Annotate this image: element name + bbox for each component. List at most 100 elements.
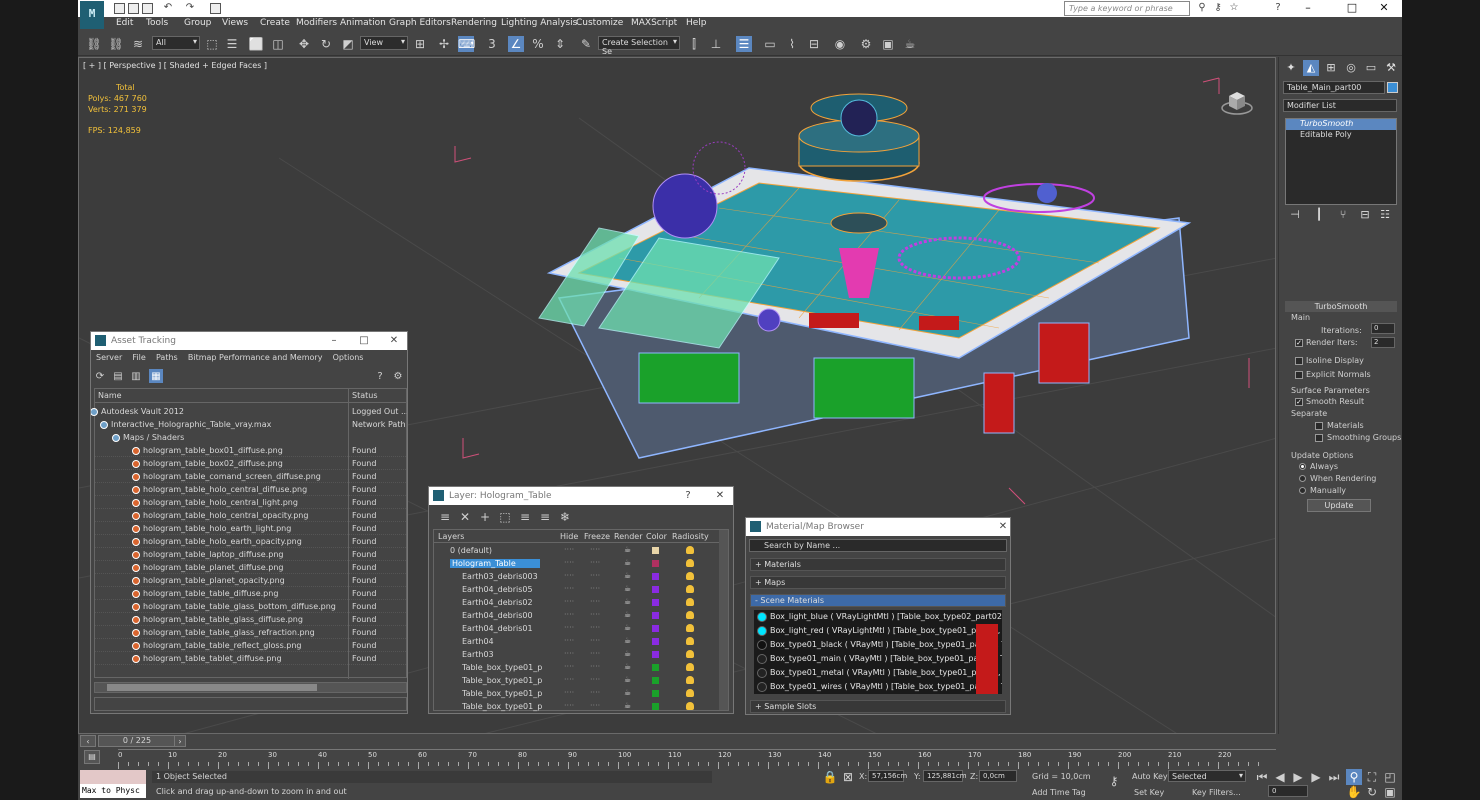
radiosity-icon[interactable] xyxy=(686,585,694,593)
radiosity-icon[interactable] xyxy=(686,702,694,710)
ref-coord-dropdown[interactable]: View xyxy=(360,36,408,50)
hide-toggle[interactable]: ···· xyxy=(564,688,574,697)
update-button[interactable]: Update xyxy=(1307,499,1371,512)
render-toggle-icon[interactable]: ☕ xyxy=(624,701,631,710)
show-end-result-icon[interactable]: ┃ xyxy=(1311,207,1327,223)
project-folder-icon[interactable] xyxy=(210,3,221,14)
layer-row[interactable]: Earth04 ···· ···· ☕ xyxy=(434,635,722,648)
window-crossing-icon[interactable]: ◫ xyxy=(270,36,286,52)
configure-sets-icon[interactable]: ☷ xyxy=(1377,207,1393,223)
object-color-swatch[interactable] xyxy=(1387,82,1398,93)
utilities-tab-icon[interactable]: ⚒ xyxy=(1383,60,1399,76)
asset-row[interactable]: hologram_table_table_diffuse.png Found xyxy=(95,587,406,600)
freeze-toggle[interactable]: ···· xyxy=(590,558,600,567)
settings-icon[interactable]: ⚙ xyxy=(391,369,405,383)
zoom-all-icon[interactable]: ⛶ xyxy=(1364,769,1380,785)
radiosity-icon[interactable] xyxy=(686,624,694,632)
render-toggle-icon[interactable]: ☕ xyxy=(624,610,631,619)
orbit-icon[interactable]: ↻ xyxy=(1364,784,1380,800)
asset-row[interactable]: Autodesk Vault 2012 Logged Out ... xyxy=(91,405,407,418)
radiosity-icon[interactable] xyxy=(686,546,694,554)
menu-options[interactable]: Options xyxy=(333,353,364,362)
layer-row[interactable]: Earth04_debris05 ···· ···· ☕ xyxy=(434,583,722,596)
hide-toggle[interactable]: ···· xyxy=(564,649,574,658)
radiosity-icon[interactable] xyxy=(686,676,694,684)
lock-selection-icon[interactable]: 🔒 xyxy=(822,769,838,785)
stack-item-turbosmooth[interactable]: TurboSmooth xyxy=(1286,119,1396,130)
layer-col-2[interactable]: Freeze xyxy=(584,532,610,541)
minimize-button[interactable]: – xyxy=(327,334,341,348)
asset-row[interactable]: hologram_table_table_glass_refraction.pn… xyxy=(95,626,406,639)
horizontal-scrollbar[interactable] xyxy=(94,682,407,693)
freeze-toggle[interactable]: ···· xyxy=(590,688,600,697)
scale-icon[interactable]: ◩ xyxy=(340,36,356,52)
radiosity-icon[interactable] xyxy=(686,637,694,645)
maximize-button[interactable]: □ xyxy=(1336,0,1368,17)
table-view-icon[interactable]: ▦ xyxy=(149,369,163,383)
search-input[interactable]: Type a keyword or phrase xyxy=(1064,1,1190,16)
menu-maxscript[interactable]: MAXScript xyxy=(631,18,677,28)
layer-col-0[interactable]: Layers xyxy=(438,532,464,541)
render-toggle-icon[interactable]: ☕ xyxy=(624,571,631,580)
hide-toggle[interactable]: ···· xyxy=(564,545,574,554)
asset-row[interactable]: Maps / Shaders xyxy=(95,431,406,444)
material-row[interactable]: Box_light_red ( VRayLightMtl ) [Table_bo… xyxy=(754,624,1002,638)
col-name[interactable]: Name xyxy=(98,391,122,400)
rendered-frame-icon[interactable]: ▣ xyxy=(880,36,896,52)
freeze-toggle[interactable]: ···· xyxy=(590,636,600,645)
align-icon[interactable]: ⊥ xyxy=(708,36,724,52)
menu-create[interactable]: Create xyxy=(260,18,290,28)
freeze-toggle[interactable]: ···· xyxy=(590,675,600,684)
layer-color-swatch[interactable] xyxy=(652,638,659,645)
keyboard-shortcut-icon[interactable]: ⌨ xyxy=(458,36,475,52)
layer-color-swatch[interactable] xyxy=(652,560,659,567)
rotate-icon[interactable]: ↻ xyxy=(318,36,334,52)
section-sample-slots[interactable]: + Sample Slots xyxy=(750,700,1006,713)
select-by-name-icon[interactable]: ☰ xyxy=(224,36,240,52)
hide-toggle[interactable]: ···· xyxy=(564,662,574,671)
menu-help[interactable]: Help xyxy=(686,18,707,28)
layer-col-1[interactable]: Hide xyxy=(560,532,578,541)
always-radio[interactable] xyxy=(1299,463,1306,470)
hide-toggle[interactable]: ···· xyxy=(564,675,574,684)
set-key-icon[interactable]: ⚷ xyxy=(1106,773,1122,789)
binoculars-icon[interactable]: ⚲ xyxy=(1196,2,1208,14)
bind-space-warp-icon[interactable]: ≋ xyxy=(130,36,146,52)
material-row[interactable]: Box_type01_wires ( VRayMtl ) [Table_box_… xyxy=(754,680,1002,694)
asset-row[interactable]: hologram_table_table_glass_diffuse.png Fo… xyxy=(95,613,406,626)
menu-paths[interactable]: Paths xyxy=(156,353,178,362)
isoline-display-checkbox[interactable] xyxy=(1295,357,1303,365)
asset-row[interactable]: hologram_table_holo_earth_light.png Found xyxy=(95,522,406,535)
render-toggle-icon[interactable]: ☕ xyxy=(624,584,631,593)
layer-scrollbar[interactable] xyxy=(719,530,728,710)
timeline-next-button[interactable]: › xyxy=(174,735,186,747)
layer-color-swatch[interactable] xyxy=(652,677,659,684)
angle-snap-icon[interactable]: ∠ xyxy=(508,36,524,52)
ribbon-icon[interactable]: ▭ xyxy=(762,36,778,52)
minimize-button[interactable]: – xyxy=(1292,0,1324,17)
freeze-toggle[interactable]: ···· xyxy=(590,597,600,606)
freeze-toggle[interactable]: ···· xyxy=(590,571,600,580)
key-icon[interactable]: ⚷ xyxy=(1212,2,1224,14)
curve-editor-mini-icon[interactable]: ▤ xyxy=(84,750,100,764)
explicit-normals-checkbox[interactable] xyxy=(1295,371,1303,379)
asset-row[interactable]: hologram_table_tablet_diffuse.png Found xyxy=(95,652,406,665)
hide-toggle[interactable]: ···· xyxy=(564,636,574,645)
layer-color-swatch[interactable] xyxy=(652,664,659,671)
layer-color-swatch[interactable] xyxy=(652,586,659,593)
smoothing-groups-checkbox[interactable] xyxy=(1315,434,1323,442)
asset-row[interactable]: Interactive_Holographic_Table_vray.max Ne… xyxy=(95,418,406,431)
mirror-icon[interactable]: ⫿ xyxy=(686,36,702,52)
redo-icon[interactable]: ↷ xyxy=(184,2,196,14)
material-editor-icon[interactable]: ◉ xyxy=(832,36,848,52)
new-icon[interactable] xyxy=(114,3,125,14)
render-setup-icon[interactable]: ⚙ xyxy=(858,36,874,52)
list-view-icon[interactable]: ▤ xyxy=(111,369,125,383)
hide-toggle[interactable]: ···· xyxy=(564,623,574,632)
layer-row[interactable]: Table_box_type01_p ···· ···· ☕ xyxy=(434,687,722,700)
hide-toggle[interactable]: ···· xyxy=(564,558,574,567)
layer-row[interactable]: Earth03 ···· ···· ☕ xyxy=(434,648,722,661)
play-icon[interactable]: ▶ xyxy=(1290,769,1306,785)
current-frame-field[interactable]: 0 xyxy=(1268,785,1308,797)
freeze-toggle[interactable]: ···· xyxy=(590,623,600,632)
